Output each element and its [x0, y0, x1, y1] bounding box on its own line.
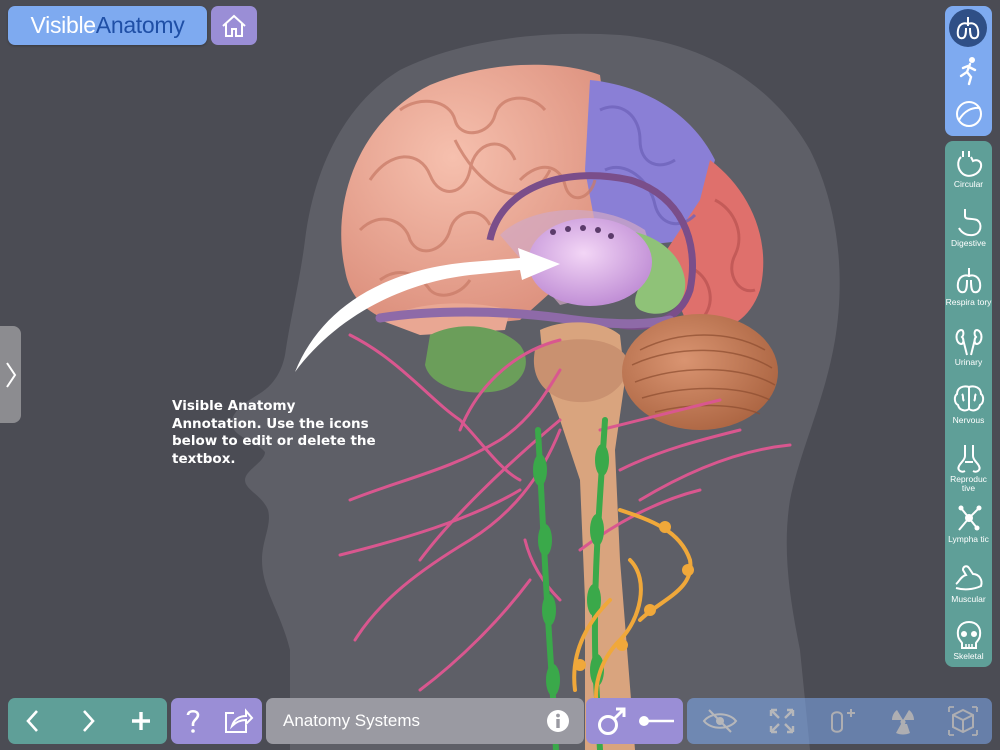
stomach-icon: [957, 209, 981, 237]
radiation-icon: [892, 710, 914, 735]
chevron-left-icon: [26, 710, 38, 732]
add-pin-button[interactable]: [824, 704, 864, 738]
heart-icon: [956, 151, 982, 177]
xray-button[interactable]: [883, 704, 923, 738]
system-title: Anatomy Systems: [283, 711, 420, 730]
expand-arrows-icon: [769, 708, 795, 734]
home-button[interactable]: [211, 6, 257, 45]
brain-icon: [953, 385, 984, 412]
side-drawer-handle[interactable]: [0, 326, 21, 423]
isolate-button[interactable]: [943, 704, 983, 738]
back-button[interactable]: [8, 698, 58, 744]
help-button[interactable]: [171, 698, 215, 744]
reproductive-icon: [957, 445, 980, 473]
anatomy-viewport[interactable]: [0, 0, 1000, 750]
fit-view-button[interactable]: [762, 704, 802, 738]
annotation-textbox[interactable]: Visible Anatomy Annotation. Use the icon…: [172, 398, 387, 468]
question-mark-icon: [186, 709, 200, 733]
app-logo: Visible Anatomy: [8, 6, 207, 45]
forward-button[interactable]: [63, 698, 113, 744]
share-icon: [225, 708, 254, 733]
system-respiratory[interactable]: Respira tory: [945, 261, 992, 317]
lungs-icon: [956, 17, 980, 40]
male-symbol-icon: [598, 707, 626, 735]
view-lungs-button[interactable]: [949, 9, 987, 47]
help-share-group: [171, 698, 262, 744]
lungs-icon: [956, 268, 981, 294]
cube-icon: [948, 706, 978, 736]
sphere-icon: [955, 101, 982, 127]
system-urinary[interactable]: Urinary: [945, 321, 992, 377]
system-lymphatic[interactable]: Lympha tic: [945, 498, 992, 554]
systems-panel: Circular Digestive Respira tory Urinary …: [945, 141, 992, 667]
plus-icon: [132, 712, 150, 730]
share-button[interactable]: [215, 698, 261, 744]
system-circular[interactable]: Circular: [945, 143, 992, 199]
view-sphere-button[interactable]: [948, 95, 989, 133]
kidneys-icon: [955, 328, 982, 356]
opacity-slider[interactable]: [632, 698, 680, 744]
system-digestive[interactable]: Digestive: [945, 202, 992, 258]
system-title-bar[interactable]: Anatomy Systems: [266, 698, 584, 744]
view-mode-panel: [945, 6, 992, 136]
brain-model-render: [231, 33, 840, 750]
navigation-group: [8, 698, 167, 744]
chevron-right-icon: [83, 710, 95, 732]
tool-group: [687, 698, 992, 744]
male-toggle[interactable]: [590, 698, 634, 744]
eye-slash-icon: [702, 709, 738, 733]
muscle-arm-icon: [954, 565, 982, 591]
running-figure-icon: [959, 57, 976, 86]
pin-add-icon: [831, 709, 855, 733]
chevron-right-icon: [5, 361, 16, 388]
system-reproductive[interactable]: Reproduc tive: [945, 438, 992, 494]
sex-toggle-group: [586, 698, 683, 744]
system-nervous[interactable]: Nervous: [945, 379, 992, 435]
lymph-node-icon: [957, 505, 981, 531]
add-button[interactable]: [116, 698, 166, 744]
view-body-button[interactable]: [948, 52, 989, 90]
slider-icon: [639, 716, 674, 726]
system-muscular[interactable]: Muscular: [945, 558, 992, 614]
logo-text-anatomy: Anatomy: [95, 12, 185, 38]
home-icon: [222, 14, 246, 37]
hide-button[interactable]: [700, 704, 740, 738]
logo-text-visible: Visible: [30, 12, 97, 38]
system-skeletal[interactable]: Skeletal: [945, 615, 992, 671]
skull-icon: [956, 620, 981, 649]
info-icon[interactable]: [546, 709, 570, 733]
